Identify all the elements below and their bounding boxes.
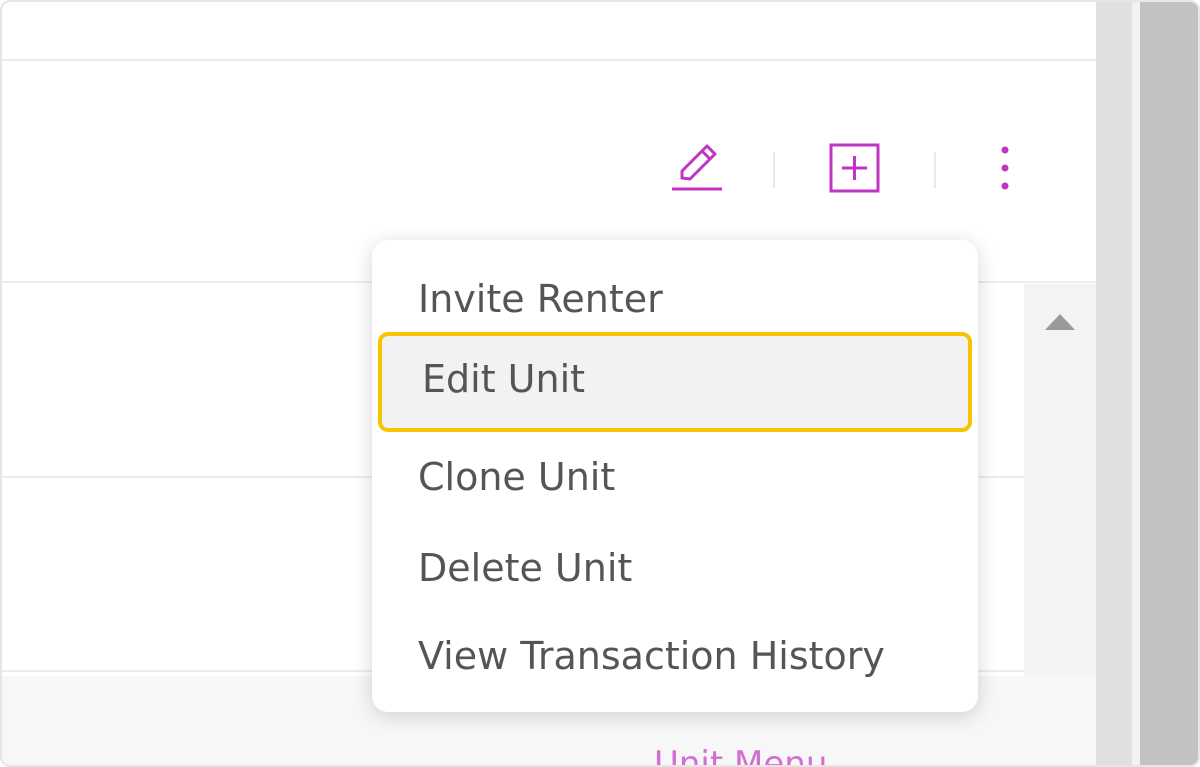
scroll-up-arrow-icon[interactable]: [1045, 314, 1075, 330]
menu-item-clone-unit[interactable]: Clone Unit: [372, 434, 978, 520]
vertical-ellipsis-icon[interactable]: [992, 142, 1018, 198]
toolbar-separator: [773, 152, 775, 188]
menu-item-view-transaction-history[interactable]: View Transaction History: [372, 613, 978, 699]
menu-item-delete-unit[interactable]: Delete Unit: [372, 525, 978, 611]
menu-item-label: Clone Unit: [418, 455, 616, 499]
unit-actions-menu: Invite Renter Edit Unit Clone Unit Delet…: [372, 240, 978, 712]
menu-item-label: Invite Renter: [418, 277, 663, 321]
page-scrollbar[interactable]: [1096, 2, 1198, 765]
menu-item-edit-unit[interactable]: Edit Unit: [378, 332, 972, 432]
menu-item-invite-renter[interactable]: Invite Renter: [372, 256, 978, 342]
scrollbar-thumb[interactable]: [1140, 2, 1198, 765]
list-scrollbar[interactable]: [1024, 284, 1096, 676]
menu-item-label: Delete Unit: [418, 546, 633, 590]
plus-square-icon[interactable]: [828, 142, 882, 194]
unit-menu-link[interactable]: Unit Menu ⌄: [654, 744, 867, 765]
toolbar-separator: [934, 152, 936, 188]
menu-item-label: View Transaction History: [418, 634, 885, 678]
pencil-icon[interactable]: [668, 142, 726, 194]
scrollbar-track-separator: [1132, 2, 1140, 765]
menu-item-label: Edit Unit: [422, 357, 586, 401]
app-window: Unit Menu ⌄ Invite Renter Edit Unit Clon…: [0, 0, 1200, 767]
header-divider: [2, 59, 1096, 61]
